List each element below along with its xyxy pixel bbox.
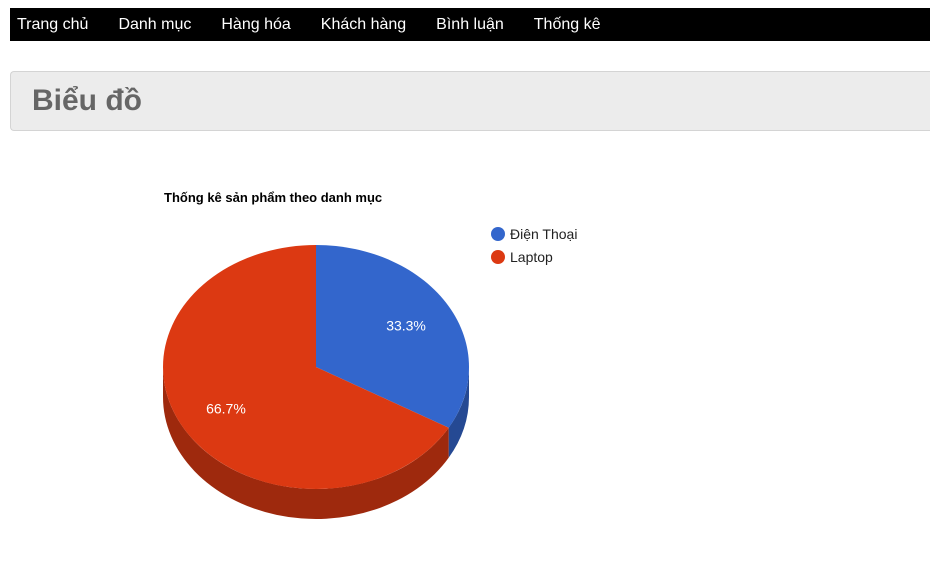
nav-item-home[interactable]: Trang chủ <box>17 8 88 41</box>
legend-label-0[interactable]: Điện Thoại <box>510 226 577 242</box>
nav-item-statistics[interactable]: Thống kê <box>534 8 601 41</box>
pie-slices: 33.3% 66.7% <box>162 245 469 519</box>
chart-title: Thống kê sản phẩm theo danh mục <box>164 190 382 205</box>
nav-item-comments[interactable]: Bình luận <box>436 8 504 41</box>
nav-item-categories[interactable]: Danh mục <box>118 8 191 41</box>
nav-item-products[interactable]: Hàng hóa <box>221 8 290 41</box>
pie-slice-label-0: 33.3% <box>386 317 426 333</box>
top-navbar: Trang chủ Danh mục Hàng hóa Khách hàng B… <box>10 8 930 41</box>
legend-marker-0 <box>491 227 505 241</box>
nav-item-customers[interactable]: Khách hàng <box>321 8 406 41</box>
legend-label-1[interactable]: Laptop <box>510 249 553 265</box>
page-title: Biểu đồ <box>32 84 142 117</box>
legend-marker-1 <box>491 250 505 264</box>
pie-chart: Thống kê sản phẩm theo danh mục 33.3% 66.… <box>162 190 577 519</box>
page-header: Biểu đồ <box>10 71 930 131</box>
chart-legend: Điện Thoại Laptop <box>491 226 577 265</box>
pie-slice-label-1: 66.7% <box>206 401 246 417</box>
chart-container: Thống kê sản phẩm theo danh mục 33.3% 66.… <box>0 150 930 567</box>
